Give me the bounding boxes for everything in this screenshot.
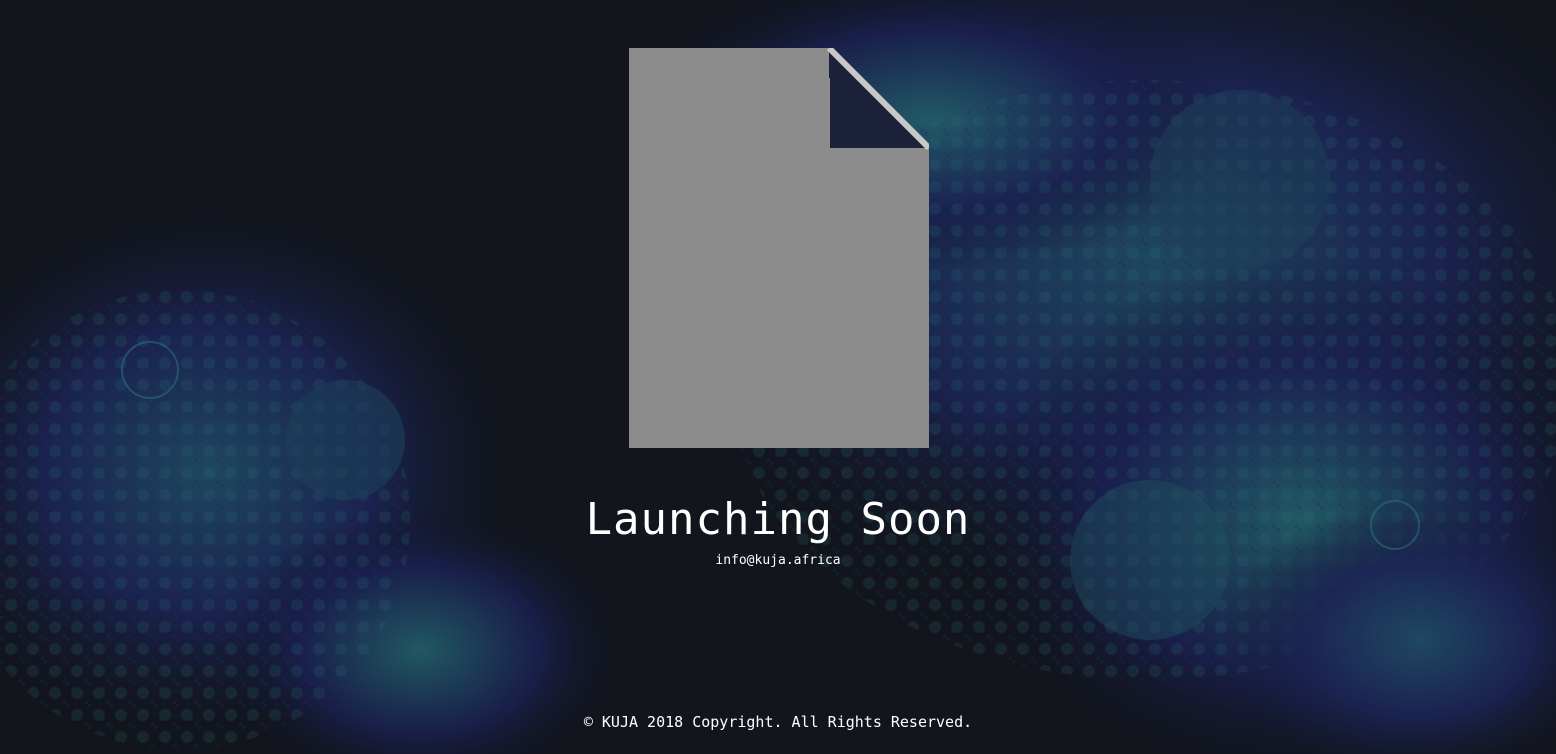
page-title: Launching Soon: [585, 494, 971, 545]
footer-copyright: © KUJA 2018 Copyright. All Rights Reserv…: [583, 713, 973, 731]
broken-image-icon: [629, 48, 929, 448]
landing-page: Launching Soon info@kuja.africa © KUJA 2…: [0, 0, 1556, 754]
contact-email-link[interactable]: info@kuja.africa: [0, 551, 1556, 571]
